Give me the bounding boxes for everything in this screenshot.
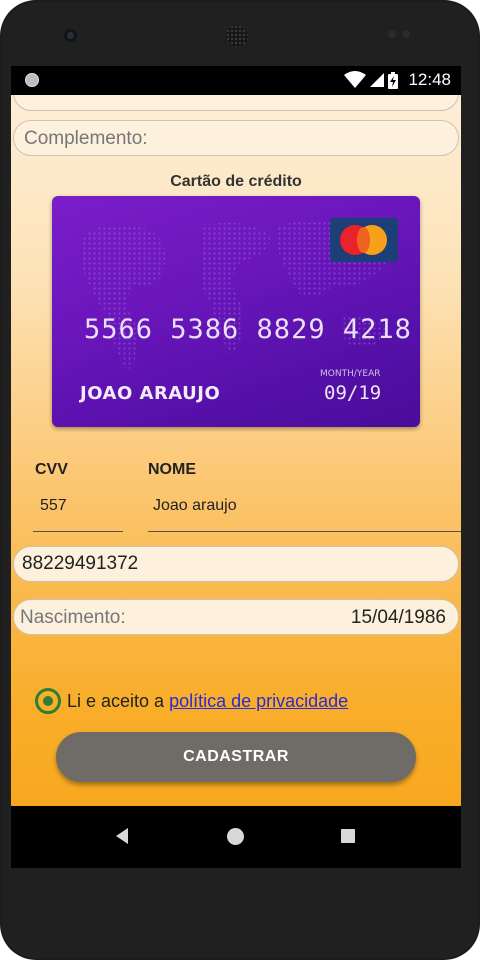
signal-icon bbox=[370, 73, 385, 87]
mastercard-overlap bbox=[357, 227, 370, 253]
status-clock: 12:48 bbox=[408, 70, 451, 89]
nome-label: NOME bbox=[148, 461, 196, 478]
radio-selected-dot bbox=[43, 696, 53, 706]
signup-form: Complemento: Cartão de crédito 5566 5386… bbox=[11, 95, 461, 806]
cvv-input[interactable]: 557 bbox=[40, 497, 67, 515]
cadastrar-button[interactable]: CADASTRAR bbox=[56, 732, 416, 782]
proximity-sensor bbox=[388, 30, 396, 38]
card-number: 5566 5386 8829 4218 bbox=[84, 314, 412, 345]
back-icon[interactable] bbox=[116, 828, 128, 844]
earpiece-speaker bbox=[226, 25, 248, 47]
phone-value: 88229491372 bbox=[22, 553, 139, 574]
home-icon[interactable] bbox=[227, 828, 244, 845]
nascimento-placeholder: Nascimento: bbox=[20, 607, 126, 628]
cvv-label: CVV bbox=[35, 461, 68, 478]
card-expiry: 09/19 bbox=[324, 382, 382, 404]
card-section-title: Cartão de crédito bbox=[170, 173, 302, 190]
nome-input[interactable]: Joao araujo bbox=[153, 497, 237, 515]
navigation-bar bbox=[11, 806, 461, 868]
privacy-radio-button[interactable] bbox=[35, 688, 61, 714]
card-expiry-label: MONTH/YEAR bbox=[320, 369, 381, 379]
mastercard-logo-icon bbox=[330, 218, 398, 262]
status-icons: 12:48 bbox=[344, 70, 451, 90]
front-camera bbox=[64, 29, 77, 42]
previous-field-input[interactable] bbox=[13, 95, 459, 111]
card-holder-name: JOAO ARAUJO bbox=[80, 383, 221, 404]
recent-apps-icon[interactable] bbox=[341, 829, 355, 843]
complemento-placeholder: Complemento: bbox=[24, 128, 148, 149]
terms-prefix: Li e aceito a bbox=[67, 691, 170, 711]
wifi-icon bbox=[344, 71, 367, 88]
light-sensor bbox=[402, 30, 410, 38]
phone-input[interactable]: 88229491372 bbox=[13, 546, 459, 582]
cvv-underline bbox=[33, 531, 123, 532]
notification-icon bbox=[25, 73, 39, 87]
screen: 12:48 Complemento: Cartão de crédito 556… bbox=[11, 66, 461, 868]
privacy-terms-text: Li e aceito a política de privacidade bbox=[67, 691, 348, 712]
phone-frame: 12:48 Complemento: Cartão de crédito 556… bbox=[0, 0, 480, 960]
nascimento-input[interactable]: Nascimento: 15/04/1986 bbox=[13, 599, 459, 635]
battery-charging-icon bbox=[388, 71, 399, 89]
status-bar: 12:48 bbox=[11, 66, 461, 95]
complemento-input[interactable]: Complemento: bbox=[13, 120, 459, 156]
nascimento-value: 15/04/1986 bbox=[350, 607, 446, 628]
credit-card-preview: 5566 5386 8829 4218 JOAO ARAUJO MONTH/YE… bbox=[52, 196, 420, 427]
nome-underline bbox=[148, 531, 461, 532]
privacy-policy-link[interactable]: política de privacidade bbox=[169, 691, 348, 711]
